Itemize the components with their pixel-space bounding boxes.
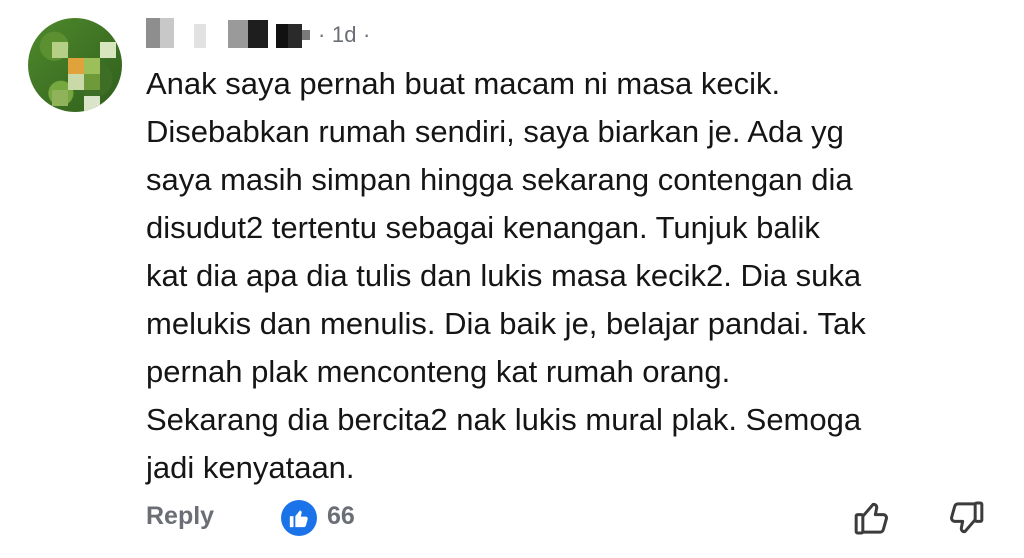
like-count: 66 [327,502,355,530]
avatar-pixel [84,96,100,112]
avatar-pixel [84,74,100,90]
avatar-pixel [84,58,100,74]
redaction-block [194,24,206,48]
redaction-block [146,18,160,48]
avatar[interactable] [28,18,122,112]
redaction-block [248,20,268,48]
avatar-pixel [52,90,68,106]
redaction-block [228,20,248,48]
downvote-glyph [950,501,984,534]
avatar-pixel [68,58,84,74]
thumbs-down-outline-icon[interactable] [946,498,986,538]
thumbs-up-outline-icon[interactable] [852,498,892,538]
comment-text: Anak saya pernah buat macam ni masa keci… [146,66,866,485]
thumbs-up-icon-glyph [289,510,308,528]
upvote-glyph [854,502,888,535]
avatar-pixel [100,42,116,58]
avatar-pixel [68,74,84,90]
redaction-block [288,24,302,48]
comment-actions-bar: Reply 66 [0,494,1024,544]
redaction-block [160,18,174,48]
avatar-pixel [52,42,68,58]
comment-timestamp: · 1d · [318,22,371,47]
redaction-block [302,30,310,40]
redaction-block [276,24,288,48]
reply-button[interactable]: Reply [146,502,214,531]
thumbs-up-icon[interactable] [281,500,317,536]
